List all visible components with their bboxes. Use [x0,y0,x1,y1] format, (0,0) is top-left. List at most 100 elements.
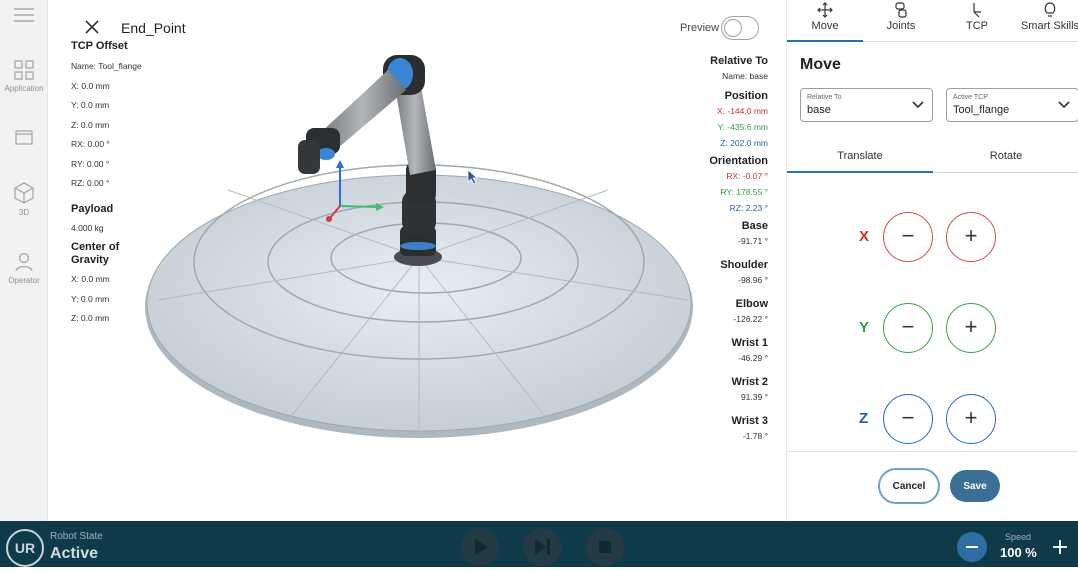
rail-item-window[interactable] [0,130,48,150]
active-tcp-select[interactable]: Active TCP Tool_flange [946,88,1078,122]
cancel-button[interactable]: Cancel [878,468,940,504]
panel-title: Move [800,56,841,73]
payload-value: 4.000 kg [71,222,104,233]
select-value: base [807,104,831,116]
orientation-rz: RZ: 2.23 ° [729,203,768,213]
rail-item-label: Operator [8,276,40,285]
joint-name: Elbow [735,298,768,310]
rail-item-label: Application [4,84,44,93]
z-minus-button[interactable]: − [883,394,933,444]
orientation-heading: Orientation [709,155,768,167]
robot-state-value: Active [50,545,99,562]
tcp-rx: RX: 0.00 ° [71,139,110,149]
pose-info-panel: Relative To Name: base Position X: -144.… [648,55,768,444]
hamburger-menu-icon[interactable] [14,8,34,22]
y-plus-button[interactable]: + [946,303,996,353]
logo-text: UR [14,540,36,556]
tab-label: Move [811,20,839,32]
play-button[interactable] [461,528,499,566]
play-icon [475,539,488,555]
relative-to-select[interactable]: Relative To base [800,88,933,122]
joint-wrist-1: Wrist 1 -46.29 ° [648,337,768,366]
preview-toggle[interactable] [721,16,759,40]
x-minus-button[interactable]: − [883,212,933,262]
speed-decrease-button[interactable] [957,532,987,562]
joint-name: Wrist 3 [731,415,768,427]
joint-shoulder: Shoulder -98.96 ° [648,259,768,288]
speed-increase-button[interactable] [1050,537,1070,557]
joint-value: -91.71 ° [738,236,768,246]
tab-move[interactable]: Move [787,0,863,42]
joint-wrist-3: Wrist 3 -1.78 ° [648,415,768,444]
window-icon [15,130,33,145]
rail-item-application[interactable]: Application [0,60,48,93]
page-title: End_Point [121,20,186,36]
tcp-info-panel: TCP Offset Name: Tool_flange X: 0.0 mm Y… [71,40,181,332]
translate-rotate-tabs: Translate Rotate [787,141,1078,173]
move-arrows-icon [817,2,833,18]
robot-state-label: Robot State [50,531,103,542]
joint-value: -98.96 ° [738,275,768,285]
minus-icon [966,546,978,548]
payload-heading: Payload [71,202,114,215]
viewport-3d: End_Point Preview TCP Offset Name: Tool_… [48,0,786,521]
lightbulb-icon [1044,2,1056,17]
select-value: Tool_flange [953,104,1010,116]
position-z: Z: 202.0 mm [720,138,768,148]
rail-item-3d[interactable]: 3D [0,182,48,217]
joint-name: Wrist 2 [731,376,768,388]
y-minus-button[interactable]: − [883,303,933,353]
divider [787,451,1078,452]
relative-to-heading: Relative To [710,55,768,67]
app-window: Application 3D Operator End_Point Previe… [0,0,1078,567]
orientation-ry: RY: 178.55 ° [720,187,768,197]
tcp-name: Name: Tool_flange [71,61,142,71]
tab-tcp[interactable]: TCP [939,0,1015,42]
rail-item-label: 3D [18,208,30,217]
chevron-down-icon [1058,101,1070,109]
tcp-ry: RY: 0.00 ° [71,158,110,169]
joint-elbow: Elbow -126.22 ° [648,298,768,327]
joint-value: 91.39 ° [740,392,768,402]
save-button[interactable]: Save [950,470,1000,502]
step-forward-icon [535,539,550,555]
status-bar: UR Robot State Active Speed 100 % [0,521,1078,567]
preview-label: Preview [680,22,720,34]
cog-x: X: 0.0 mm [71,274,110,284]
joint-value: -46.29 ° [738,353,768,363]
orientation-rx: RX: -0.07 ° [726,171,768,181]
stop-button[interactable] [586,528,624,566]
rail-item-operator[interactable]: Operator [0,252,48,285]
chevron-down-icon [912,101,924,109]
joint-base: Base -91.71 ° [648,220,768,249]
speed-label: Speed [1005,532,1032,542]
joint-name: Base [741,220,768,232]
tab-label: Smart Skills [1020,20,1078,32]
panel-tabs: Move Joints TCP Smart Skills [787,0,1078,42]
cube-icon [14,182,34,204]
cog-y: Y: 0.0 mm [71,293,110,304]
close-icon[interactable] [84,19,100,35]
joint-value: -1.78 ° [742,431,768,441]
step-button[interactable] [523,528,561,566]
position-x: X: -144.0 mm [716,106,768,116]
relative-to-name: Name: base [722,71,768,81]
axis-x-label: X [859,228,870,245]
x-plus-button[interactable]: + [946,212,996,262]
z-plus-button[interactable]: + [946,394,996,444]
tab-translate[interactable]: Translate [787,141,933,173]
toggle-knob [724,19,742,37]
joint-name: Shoulder [720,259,768,271]
tab-rotate[interactable]: Rotate [933,141,1078,173]
grid-icon [14,60,34,80]
joint-name: Wrist 1 [731,337,768,349]
tcp-offset-heading: TCP Offset [71,40,128,52]
speed-value: 100 % [1000,545,1037,560]
position-heading: Position [724,90,768,102]
cog-heading: Center of Gravity [71,241,120,266]
stop-icon [599,541,611,553]
tab-joints[interactable]: Joints [863,0,939,42]
select-label: Relative To [807,94,842,101]
tab-smart-skills[interactable]: Smart Skills [1015,0,1078,42]
person-icon [15,252,33,272]
